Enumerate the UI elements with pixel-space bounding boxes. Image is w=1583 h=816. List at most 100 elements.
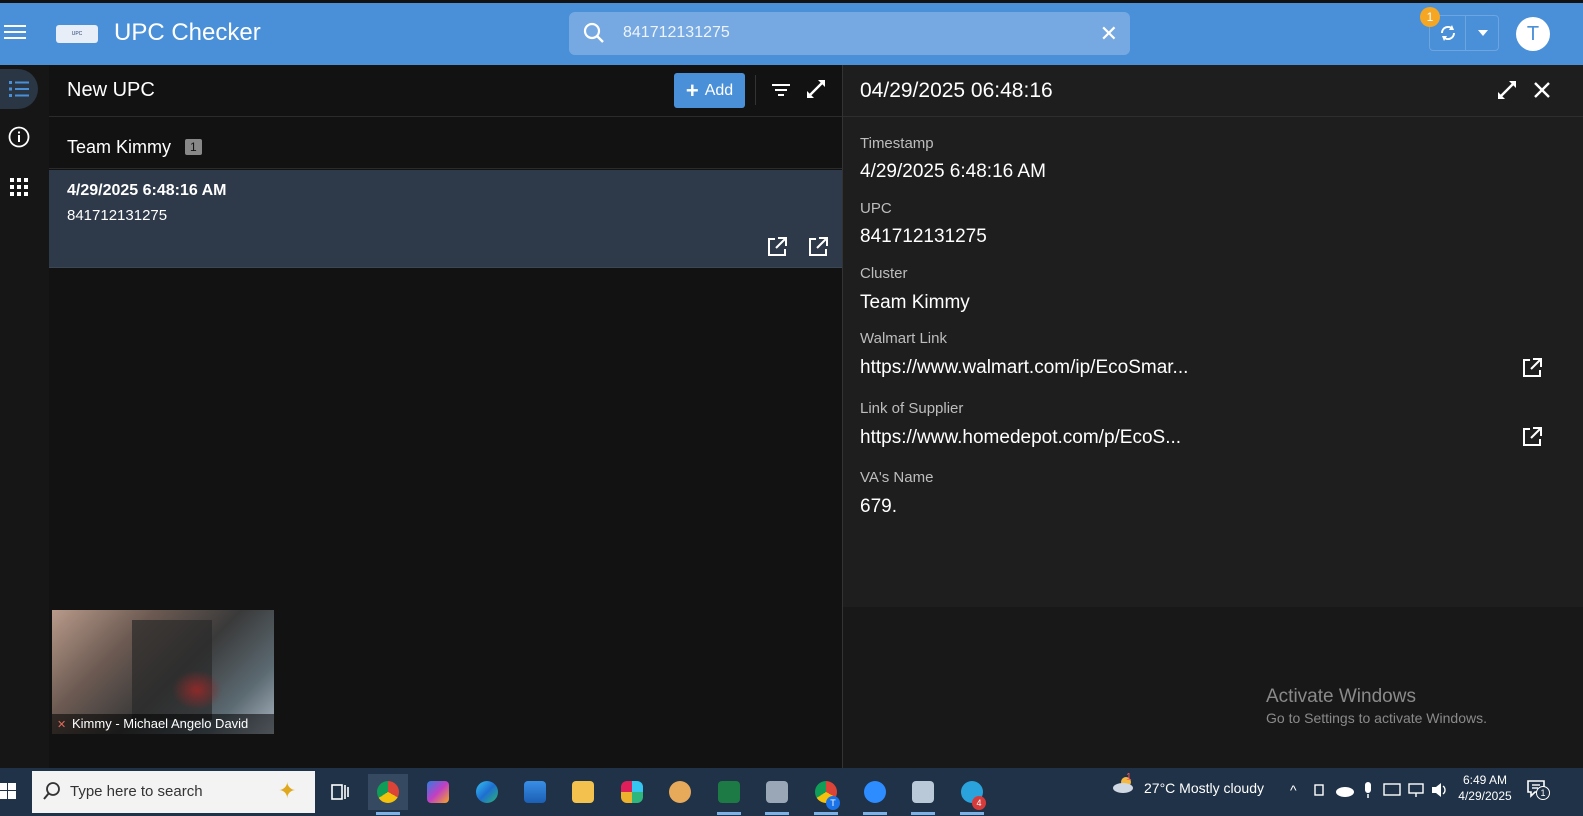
add-button[interactable]: + Add <box>674 73 745 108</box>
notification-center[interactable]: 1 <box>1526 778 1550 805</box>
sync-button-group: 1 <box>1420 7 1499 51</box>
field-label: Link of Supplier <box>860 400 964 417</box>
sync-icon <box>1440 25 1455 41</box>
sparkle-icon: ✦ <box>278 778 297 803</box>
windows-taskbar: Type here to search ✦ T 4 1 27°C Mostly … <box>0 768 1583 816</box>
chrome-icon <box>377 781 399 803</box>
left-rail <box>0 65 49 768</box>
rail-list-view[interactable] <box>0 69 38 109</box>
clock-date: 4/29/2025 <box>1458 789 1512 803</box>
rail-info[interactable] <box>0 117 38 157</box>
field-value: 4/29/2025 6:48:16 AM <box>860 161 1046 182</box>
filter-icon[interactable] <box>772 83 790 97</box>
close-icon[interactable] <box>1533 81 1551 99</box>
network-icon[interactable] <box>1407 782 1425 798</box>
group-header[interactable]: Team Kimmy 1 <box>49 117 842 169</box>
supplier-link[interactable]: https://www.homedepot.com/p/EcoS... <box>860 427 1181 449</box>
video-caption: ✕ Kimmy - Michael Angelo David <box>52 714 274 734</box>
copilot-icon <box>427 781 449 803</box>
taskbar-excel[interactable] <box>709 774 749 815</box>
caret-down-icon <box>1477 30 1488 36</box>
field-label: Timestamp <box>860 135 934 152</box>
task-view-icon <box>331 784 349 800</box>
field-value: 679. <box>860 496 897 517</box>
windows-start-icon[interactable] <box>0 782 16 800</box>
zoom-icon <box>864 781 886 803</box>
taskbar-file-explorer[interactable] <box>563 774 603 810</box>
external-link-icon[interactable] <box>1521 357 1543 379</box>
taskbar-edge[interactable] <box>467 774 507 810</box>
external-link-icon[interactable] <box>807 236 829 258</box>
screen-share-icon[interactable] <box>1383 782 1401 798</box>
field-label: Cluster <box>860 265 908 282</box>
sync-badge: 1 <box>1420 7 1440 27</box>
notes-icon <box>912 781 934 803</box>
cloud-icon <box>1113 777 1133 793</box>
taskbar-search[interactable]: Type here to search ✦ <box>32 771 315 813</box>
apps-grid-icon <box>10 178 28 196</box>
folder-icon <box>572 781 594 803</box>
rail-apps[interactable] <box>0 167 38 207</box>
group-name: Team Kimmy <box>67 137 172 157</box>
mascot-icon <box>669 781 691 803</box>
taskbar-copilot[interactable] <box>418 774 458 810</box>
activate-windows-watermark: Activate Windows Go to Settings to activ… <box>1266 686 1487 726</box>
taskbar-app-mascot[interactable] <box>660 774 700 810</box>
clock-time: 6:49 AM <box>1462 773 1508 787</box>
detail-title: 04/29/2025 06:48:16 <box>860 79 1053 102</box>
weather-alert-badge: 1 <box>1126 772 1132 783</box>
weather-text: 27°C Mostly cloudy <box>1144 780 1264 796</box>
excel-icon <box>718 781 740 803</box>
notification-count: 1 <box>1536 786 1550 800</box>
volume-icon[interactable] <box>1431 782 1449 798</box>
group-count-badge: 1 <box>185 139 202 155</box>
expand-icon[interactable] <box>806 79 826 99</box>
muted-mic-icon: ✕ <box>57 719 67 731</box>
field-value: Team Kimmy <box>860 292 970 313</box>
search-input[interactable]: 841712131275 <box>623 24 730 42</box>
list-item[interactable]: 4/29/2025 6:48:16 AM 841712131275 <box>49 170 842 268</box>
app-header: UPC UPC Checker 841712131275 ✕ 1 T <box>0 3 1583 65</box>
expand-icon[interactable] <box>1497 80 1517 100</box>
list-title: New UPC <box>67 79 155 101</box>
field-label: UPC <box>860 200 892 217</box>
sync-dropdown-button[interactable] <box>1465 16 1499 50</box>
video-call-thumbnail[interactable]: ✕ Kimmy - Michael Angelo David <box>52 610 274 734</box>
search-icon <box>583 22 604 43</box>
user-avatar[interactable]: T <box>1516 17 1550 51</box>
hamburger-menu-icon[interactable] <box>4 21 26 45</box>
divider <box>755 75 756 105</box>
app-title: UPC Checker <box>114 19 261 46</box>
external-link-icon[interactable] <box>1521 426 1543 448</box>
list-header: New UPC + Add <box>49 65 842 117</box>
plus-icon: + <box>685 77 699 103</box>
taskbar-chrome-active[interactable] <box>368 774 408 815</box>
edge-icon <box>476 781 498 803</box>
taskbar-chrome-profile[interactable]: T <box>806 774 846 815</box>
external-link-icon[interactable] <box>766 236 788 258</box>
microphone-icon[interactable] <box>1362 781 1374 799</box>
taskbar-zoom[interactable] <box>855 774 895 815</box>
taskbar-telegram[interactable]: 4 <box>952 774 992 815</box>
slack-icon <box>621 781 643 803</box>
search-bar[interactable]: 841712131275 ✕ <box>569 12 1130 55</box>
list-icon <box>9 81 29 97</box>
detail-header: 04/29/2025 06:48:16 <box>843 65 1583 117</box>
taskbar-calculator[interactable] <box>757 774 797 815</box>
store-icon <box>524 781 546 803</box>
taskbar-slack[interactable] <box>612 774 652 810</box>
system-clock[interactable]: 6:49 AM 4/29/2025 <box>1452 772 1518 804</box>
clear-search-icon[interactable]: ✕ <box>1100 21 1118 47</box>
chevron-up-icon[interactable]: ^ <box>1290 782 1297 798</box>
field-label: VA's Name <box>860 469 934 486</box>
taskbar-notes[interactable] <box>903 774 943 815</box>
onedrive-icon[interactable] <box>1335 782 1355 798</box>
taskbar-store[interactable] <box>515 774 555 810</box>
calculator-icon <box>766 781 788 803</box>
list-item-upc: 841712131275 <box>67 207 168 224</box>
meet-icon[interactable] <box>1312 782 1326 798</box>
walmart-link[interactable]: https://www.walmart.com/ip/EcoSmar... <box>860 357 1188 379</box>
task-view-button[interactable] <box>320 774 360 810</box>
field-label: Walmart Link <box>860 330 947 347</box>
detail-panel: 04/29/2025 06:48:16 Timestamp 4/29/2025 … <box>842 65 1583 607</box>
